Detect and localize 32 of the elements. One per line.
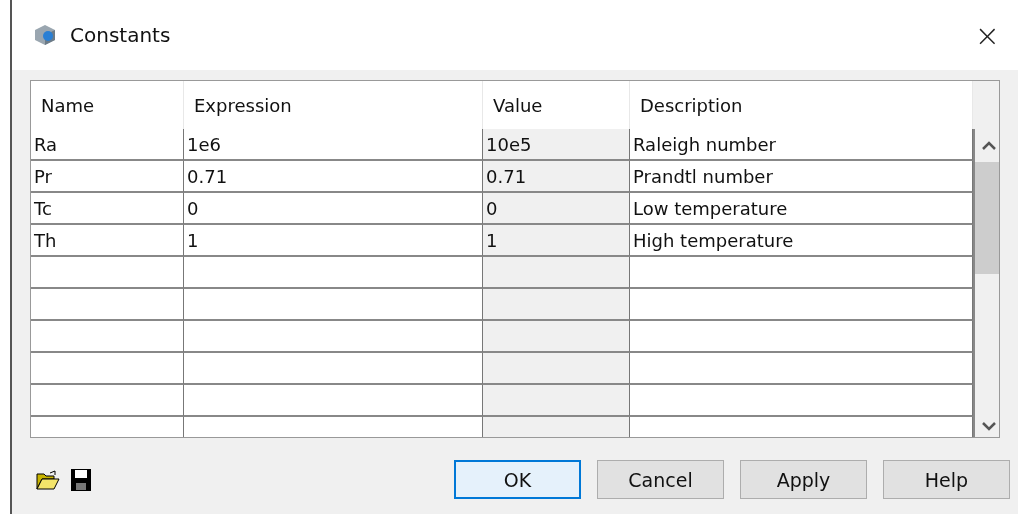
scrollbar[interactable] (973, 129, 999, 437)
table-cell: Prandtl number (630, 161, 973, 193)
dialog-button[interactable]: Cancel (597, 460, 724, 499)
table-cell: 1 (483, 225, 630, 257)
dialog-button[interactable]: Apply (740, 460, 867, 499)
table-cell: 1e6 (184, 129, 483, 161)
table-cell: 1 (184, 225, 483, 257)
open-folder-icon[interactable] (36, 469, 60, 490)
table-cell: Tc (31, 193, 184, 225)
table-cell: 0 (483, 193, 630, 225)
table-cell: 0 (184, 193, 483, 225)
scroll-up-icon[interactable] (982, 141, 996, 150)
dialog-button[interactable]: Help (883, 460, 1010, 499)
app-cube-icon (32, 23, 58, 47)
scroll-thumb[interactable] (975, 162, 999, 274)
window-title: Constants (70, 23, 172, 47)
close-button[interactable]: × (968, 17, 1006, 53)
column-header[interactable]: Name (31, 81, 184, 129)
column-header[interactable]: Expression (184, 81, 483, 129)
column-header[interactable]: Value (483, 81, 630, 129)
table-cell: 0.71 (184, 161, 483, 193)
table-cell: High temperature (630, 225, 973, 257)
scroll-down-icon[interactable] (982, 422, 996, 431)
column-header[interactable]: Description (630, 81, 973, 129)
table-cell: 10e5 (483, 129, 630, 161)
table-cell: Th (31, 225, 184, 257)
table-cell: 0.71 (483, 161, 630, 193)
table-cell: Ra (31, 129, 184, 161)
dialog-button[interactable]: OK (454, 460, 581, 499)
table-cell: Low temperature (630, 193, 973, 225)
table-cell: Raleigh number (630, 129, 973, 161)
table-cell: Pr (31, 161, 184, 193)
